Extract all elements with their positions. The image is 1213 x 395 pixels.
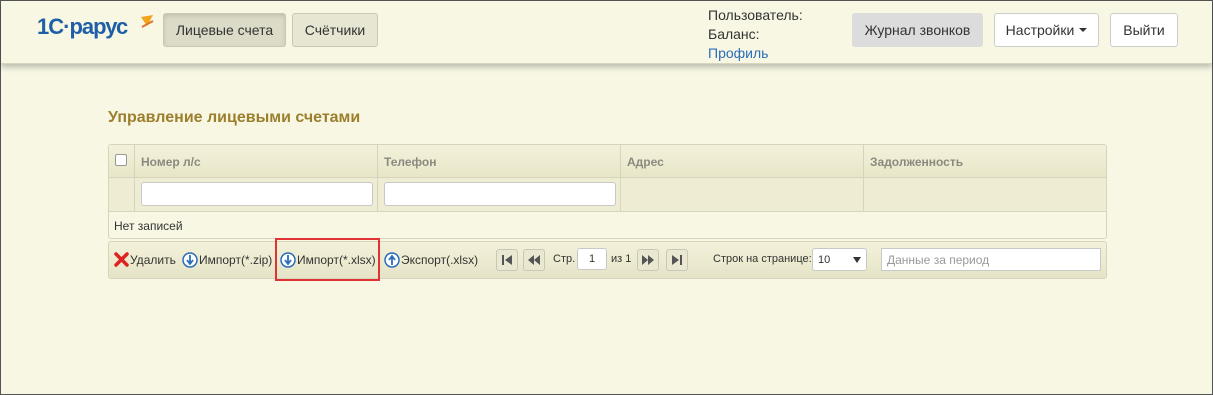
prev-page-button[interactable]	[523, 249, 545, 271]
period-placeholder: Данные за период	[887, 252, 990, 267]
rows-per-page-value: 10	[818, 253, 831, 266]
next-page-button[interactable]	[637, 249, 659, 271]
prev-page-icon	[528, 255, 540, 265]
last-page-button[interactable]	[666, 249, 688, 271]
export-label: Экспорт(.xlsx)	[401, 253, 479, 267]
grid-toolbar: Удалить Импорт(*.zip) Импорт(*.xlsx) Экс…	[108, 241, 1107, 279]
empty-message: Нет записей	[114, 219, 183, 233]
column-address[interactable]: Адрес	[627, 155, 664, 169]
profile-link[interactable]: Профиль	[708, 44, 803, 63]
svg-text:1С·рарус: 1С·рарус	[37, 14, 128, 39]
column-divider	[863, 145, 864, 212]
column-divider	[134, 145, 135, 212]
user-info: Пользователь: Баланс: Профиль	[708, 6, 803, 63]
first-page-button[interactable]	[496, 249, 518, 271]
column-account-number[interactable]: Номер л/с	[141, 155, 201, 169]
user-label: Пользователь:	[708, 7, 803, 23]
import-zip-button[interactable]: Импорт(*.zip)	[182, 252, 272, 268]
delete-label: Удалить	[130, 252, 176, 267]
accounts-grid: Номер л/с Телефон Адрес Задолженность Не…	[108, 144, 1107, 239]
column-phone[interactable]: Телефон	[384, 155, 436, 169]
balance-label: Баланс:	[708, 26, 760, 42]
current-page-input[interactable]: 1	[577, 248, 607, 270]
caret-down-icon	[1079, 28, 1088, 32]
next-page-icon	[642, 255, 654, 265]
column-debt[interactable]: Задолженность	[870, 155, 963, 169]
account-number-filter-input[interactable]	[141, 182, 373, 206]
last-page-icon	[672, 255, 682, 265]
logout-button[interactable]: Выйти	[1110, 13, 1178, 47]
rows-per-page-label: Строк на странице:	[713, 253, 812, 265]
rows-per-page-select[interactable]: 10	[812, 248, 867, 271]
filter-row	[109, 178, 1106, 212]
import-zip-label: Импорт(*.zip)	[199, 253, 273, 267]
settings-label: Настройки	[1005, 22, 1075, 38]
first-page-icon	[502, 255, 512, 265]
grid-header: Номер л/с Телефон Адрес Задолженность	[109, 145, 1106, 178]
tab-accounts[interactable]: Лицевые счета	[163, 13, 286, 47]
tab-meters[interactable]: Счётчики	[292, 13, 378, 47]
delete-icon	[114, 252, 129, 267]
highlight-box	[275, 238, 380, 281]
column-divider	[377, 145, 378, 212]
period-input[interactable]: Данные за период	[881, 248, 1101, 271]
brand-logo-icon[interactable]: 1С·рарус	[37, 13, 155, 39]
page-count-label: из 1	[611, 253, 632, 265]
delete-button[interactable]: Удалить	[114, 252, 176, 267]
top-navbar: 1С·рарус Лицевые счета Счётчики Пользова…	[1, 1, 1212, 64]
column-divider	[620, 145, 621, 212]
phone-filter-input[interactable]	[384, 182, 616, 206]
export-button[interactable]: Экспорт(.xlsx)	[384, 252, 478, 268]
select-all-checkbox[interactable]	[115, 154, 127, 166]
settings-dropdown[interactable]: Настройки	[994, 13, 1099, 47]
download-icon	[182, 252, 198, 268]
upload-icon	[384, 252, 400, 268]
caret-down-icon	[853, 257, 861, 263]
page-title: Управление лицевыми счетами	[108, 109, 361, 126]
call-log-button[interactable]: Журнал звонков	[852, 13, 983, 47]
page-label: Стр.	[553, 253, 576, 265]
